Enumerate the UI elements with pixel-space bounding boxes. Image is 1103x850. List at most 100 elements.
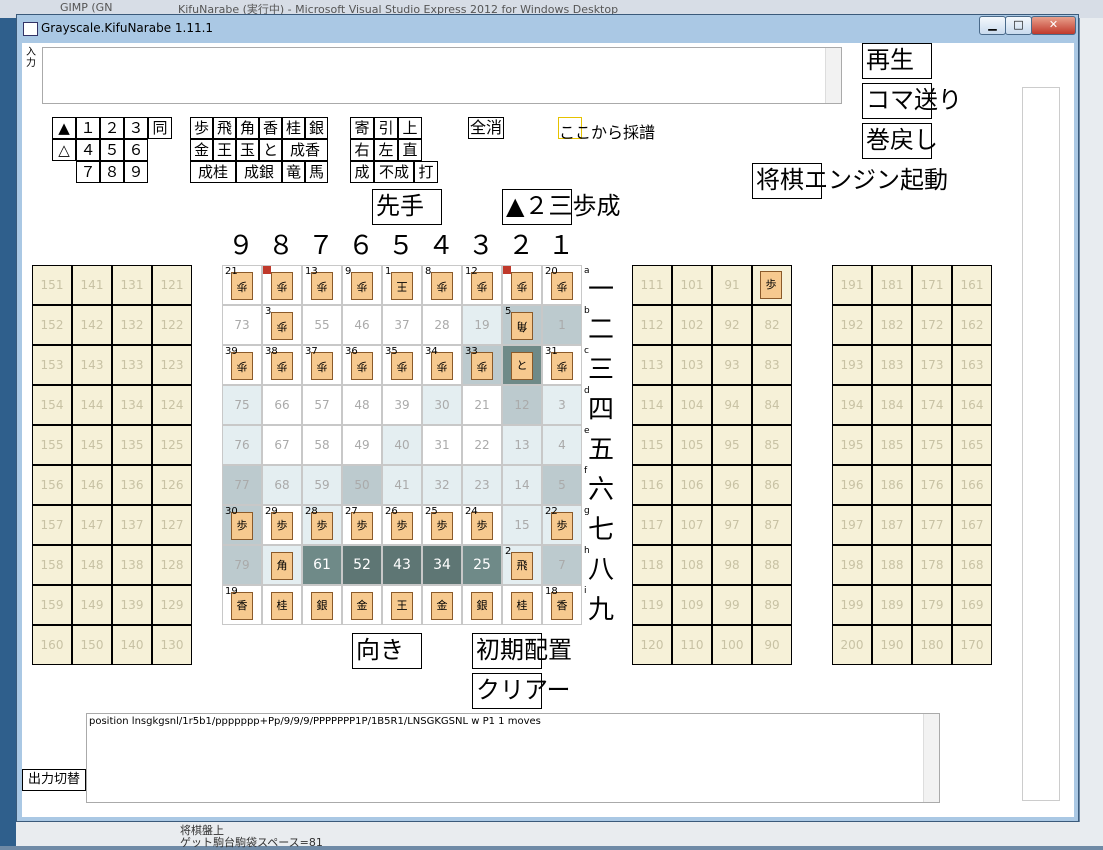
- gote-stand-cell[interactable]: 119: [632, 585, 672, 625]
- right-stand-cell[interactable]: 190: [872, 625, 912, 665]
- gote-stand-cell[interactable]: 91: [712, 265, 752, 305]
- board-square[interactable]: 4: [542, 425, 582, 465]
- gote-stand-cell[interactable]: 96: [712, 465, 752, 505]
- board-square[interactable]: 歩 37: [302, 345, 342, 385]
- board-square[interactable]: 61: [302, 545, 342, 585]
- modifier-button-row2-0[interactable]: 右: [350, 139, 374, 161]
- shogi-piece[interactable]: 歩: [511, 272, 533, 300]
- right-stand-cell[interactable]: 173: [912, 345, 952, 385]
- right-stand-cell[interactable]: 171: [912, 265, 952, 305]
- right-stand-cell[interactable]: 181: [872, 265, 912, 305]
- piece-button-row3-3[interactable]: 馬: [305, 161, 328, 183]
- left-stand-cell[interactable]: 152: [32, 305, 72, 345]
- shogi-piece[interactable]: 王: [391, 272, 413, 300]
- piece-button-row1-4[interactable]: 桂: [282, 117, 305, 139]
- gote-stand-cell[interactable]: 105: [672, 425, 712, 465]
- shogi-piece[interactable]: 歩: [431, 272, 453, 300]
- left-stand-cell[interactable]: 138: [112, 545, 152, 585]
- right-stand-cell[interactable]: 182: [872, 305, 912, 345]
- left-stand-cell[interactable]: 156: [32, 465, 72, 505]
- piece-button-row3-0[interactable]: 成桂: [190, 161, 236, 183]
- shogi-piece[interactable]: 金: [431, 592, 453, 620]
- right-stand-cell[interactable]: 188: [872, 545, 912, 585]
- right-stand-cell[interactable]: 166: [952, 465, 992, 505]
- board-square[interactable]: 銀: [302, 585, 342, 625]
- left-stand-cell[interactable]: 133: [112, 345, 152, 385]
- board-square[interactable]: 21: [462, 385, 502, 425]
- left-stand-cell[interactable]: 141: [72, 265, 112, 305]
- right-stand-cell[interactable]: 196: [832, 465, 872, 505]
- board-square[interactable]: 5: [542, 465, 582, 505]
- right-stand-cell[interactable]: 179: [912, 585, 952, 625]
- board-square[interactable]: 77: [222, 465, 262, 505]
- output-toggle-button[interactable]: 出力切替: [22, 769, 86, 791]
- left-stand-cell[interactable]: 158: [32, 545, 72, 585]
- board-square[interactable]: 15: [502, 505, 542, 545]
- modifier-button-row1-0[interactable]: 寄: [350, 117, 374, 139]
- number-button-row2-1[interactable]: ４: [76, 139, 100, 161]
- right-stand-cell[interactable]: 165: [952, 425, 992, 465]
- board-square[interactable]: 34: [422, 545, 462, 585]
- left-stand-cell[interactable]: 124: [152, 385, 192, 425]
- engine-start-button[interactable]: 将棋エンジン起動: [752, 163, 948, 199]
- left-stand-cell[interactable]: 130: [152, 625, 192, 665]
- gote-stand-cell[interactable]: 94: [712, 385, 752, 425]
- maximize-button[interactable]: □: [1005, 16, 1032, 35]
- left-stand-cell[interactable]: 132: [112, 305, 152, 345]
- gote-stand-cell[interactable]: 104: [672, 385, 712, 425]
- right-stand-cell[interactable]: 184: [872, 385, 912, 425]
- left-stand-cell[interactable]: 127: [152, 505, 192, 545]
- left-stand-cell[interactable]: 126: [152, 465, 192, 505]
- right-stand-cell[interactable]: 185: [872, 425, 912, 465]
- right-stand-cell[interactable]: 162: [952, 305, 992, 345]
- board-square[interactable]: 歩 38: [262, 345, 302, 385]
- gote-stand-cell[interactable]: 102: [672, 305, 712, 345]
- shogi-piece[interactable]: 銀: [311, 592, 333, 620]
- gote-stand-cell[interactable]: 99: [712, 585, 752, 625]
- shogi-piece[interactable]: 銀: [471, 592, 493, 620]
- left-stand-cell[interactable]: 148: [72, 545, 112, 585]
- number-button-row1-0[interactable]: ▲: [52, 117, 76, 139]
- right-stand-cell[interactable]: 198: [832, 545, 872, 585]
- left-stand-cell[interactable]: 150: [72, 625, 112, 665]
- board-square[interactable]: 7: [542, 545, 582, 585]
- right-stand-cell[interactable]: 178: [912, 545, 952, 585]
- board-square[interactable]: 14: [502, 465, 542, 505]
- right-stand-cell[interactable]: 183: [872, 345, 912, 385]
- left-stand-cell[interactable]: 144: [72, 385, 112, 425]
- gote-stand-cell[interactable]: 112: [632, 305, 672, 345]
- stand-piece[interactable]: 歩: [760, 271, 782, 299]
- board-square[interactable]: 歩 26: [382, 505, 422, 545]
- modifier-button-row1-1[interactable]: 引: [374, 117, 398, 139]
- right-stand-cell[interactable]: 167: [952, 505, 992, 545]
- play-button[interactable]: 再生: [862, 43, 932, 79]
- left-stand-cell[interactable]: 134: [112, 385, 152, 425]
- board-square[interactable]: 57: [302, 385, 342, 425]
- board-square[interactable]: 55: [302, 305, 342, 345]
- left-stand-cell[interactable]: 160: [32, 625, 72, 665]
- gote-stand-cell[interactable]: 101: [672, 265, 712, 305]
- input-scrollbar[interactable]: [825, 48, 841, 103]
- right-stand-cell[interactable]: 177: [912, 505, 952, 545]
- gote-stand-cell[interactable]: 95: [712, 425, 752, 465]
- sente-button[interactable]: 先手: [372, 189, 442, 225]
- left-stand-cell[interactable]: 157: [32, 505, 72, 545]
- gote-stand-cell[interactable]: 109: [672, 585, 712, 625]
- right-stand-cell[interactable]: 180: [912, 625, 952, 665]
- gote-stand-cell[interactable]: 90: [752, 625, 792, 665]
- shogi-piece[interactable]: 金: [351, 592, 373, 620]
- left-stand-cell[interactable]: 140: [112, 625, 152, 665]
- left-stand-cell[interactable]: 153: [32, 345, 72, 385]
- left-stand-cell[interactable]: 149: [72, 585, 112, 625]
- piece-button-row1-2[interactable]: 角: [236, 117, 259, 139]
- shogi-piece[interactable]: 王: [391, 592, 413, 620]
- piece-button-row1-3[interactable]: 香: [259, 117, 282, 139]
- right-stand-cell[interactable]: 174: [912, 385, 952, 425]
- board-square[interactable]: 歩 28: [302, 505, 342, 545]
- board-square[interactable]: 歩 27: [342, 505, 382, 545]
- board-square[interactable]: 歩 33: [462, 345, 502, 385]
- left-stand-cell[interactable]: 154: [32, 385, 72, 425]
- number-button-row2-2[interactable]: ５: [100, 139, 124, 161]
- piece-button-row2-1[interactable]: 王: [213, 139, 236, 161]
- left-stand-cell[interactable]: 121: [152, 265, 192, 305]
